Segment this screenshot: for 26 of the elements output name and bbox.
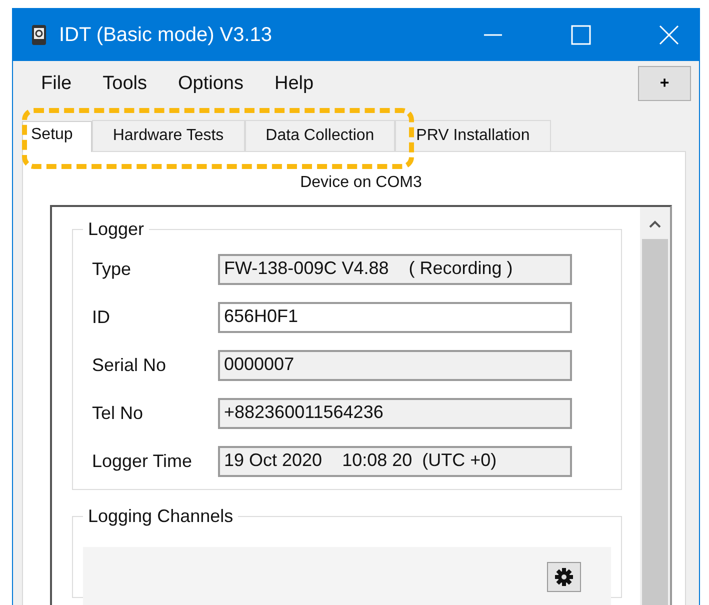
tab[interactable]: PRV Installation [395, 120, 551, 151]
menu-item[interactable]: Options [178, 72, 244, 94]
scrollbar-thumb[interactable] [642, 239, 668, 605]
field-label: ID [92, 307, 111, 328]
menu-item[interactable]: Help [274, 72, 314, 94]
text-field[interactable]: 656H0F1 [218, 302, 572, 333]
maximize-icon[interactable] [571, 25, 591, 45]
gear-icon [554, 567, 574, 587]
tab[interactable]: Data Collection [244, 120, 396, 151]
tab[interactable]: Setup [22, 121, 92, 152]
menu-item[interactable]: File [41, 72, 72, 94]
menu-item[interactable]: Tools [102, 72, 147, 94]
field-label: Logger Time [92, 451, 194, 472]
window-title: IDT (Basic mode) V3.13 [59, 24, 274, 46]
field-label: Serial No [92, 355, 168, 376]
device-icon [31, 24, 47, 46]
scrollbar[interactable] [640, 207, 670, 605]
close-icon[interactable] [659, 25, 679, 45]
scroll-up-icon[interactable] [648, 219, 662, 229]
field-label: Type [92, 259, 132, 280]
settings-button[interactable] [547, 562, 581, 592]
device-status: Device on COM3 [299, 173, 423, 193]
tab[interactable]: Hardware Tests [92, 120, 245, 151]
group-title: Logging Channels [83, 506, 238, 527]
add-button[interactable]: + [638, 66, 691, 101]
field-label: Tel No [92, 403, 144, 424]
